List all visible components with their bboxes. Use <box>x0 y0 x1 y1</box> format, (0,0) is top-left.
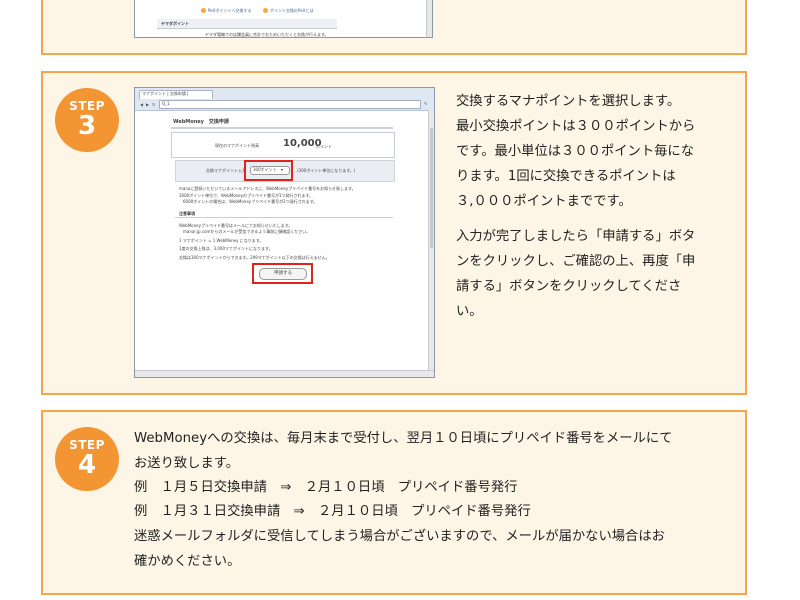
step4-text: WebMoneyへの交換は、毎月末まで受付し、翌月１０日頃にプリペイド番号をメー… <box>134 431 673 446</box>
step3-badge: STEP 3 <box>55 88 119 152</box>
bullet-icon <box>263 8 268 13</box>
step-number: 4 <box>77 450 97 480</box>
address-bar[interactable] <box>159 100 421 109</box>
pex-exchange-link[interactable]: PeXポイントへ交換する <box>208 8 251 14</box>
step3-text: ンをクリックし、ご確認の上、再度「申 <box>456 254 696 269</box>
submit-label: 申請する <box>274 271 292 276</box>
wrench-icon[interactable]: ✎ <box>424 101 427 106</box>
step3-text: 交換するマナポイントを選択します。 <box>456 94 681 109</box>
forward-icon[interactable]: ▶ <box>146 102 149 107</box>
step3-text: 請する」ボタンをクリックしてくださ <box>456 279 682 294</box>
reload-icon[interactable]: ↻ <box>152 102 155 107</box>
notes-header <box>175 208 393 218</box>
note-item: 1 マナポイント = 1 WebMoney になります。 <box>179 238 264 243</box>
note-item: 1度の交換上限は、3,000マナポイントになります。 <box>179 246 273 251</box>
step4-badge: STEP 4 <box>55 427 119 491</box>
note-item: 交換は300マナポイントからできます。299マナポイント以下の交換は行えません。 <box>179 255 330 260</box>
step4-text: 確かめください。 <box>134 554 241 569</box>
balance-label: 現在のマナポイント残高 <box>215 143 259 148</box>
step4-text: 迷惑メールフォルダに受信してしまう場合がございますので、メールが届かない場合はお <box>134 529 665 544</box>
page-title: WebMoney 交換申請 <box>173 119 229 125</box>
step4-example: 例 １月３１日交換申請 ⇒ ２月１０日頃 プリペイド番号発行 <box>134 504 531 519</box>
step3-text: ります。1回に交換できるポイントは <box>456 169 676 184</box>
step3-text: 最小交換ポイントは３００ポイントから <box>456 119 696 134</box>
status-bar <box>135 370 434 377</box>
address-text: Q_1 <box>162 101 170 106</box>
scrollbar-thumb[interactable] <box>430 128 433 248</box>
step4-text: お送り致します。 <box>134 456 240 471</box>
info-bullet: 6000ポイントの場合は、WebMoneyプリペイド番号が2つ発行されます。 <box>183 199 318 204</box>
chevron-down-icon: ▾ <box>281 167 284 172</box>
bullet-icon <box>201 8 206 13</box>
balance-unit: ポイント <box>316 144 332 149</box>
unit-note: (300ポイント単位になります。) <box>297 168 356 173</box>
step3-text: 入力が完了しましたら「申請する」ボタ <box>456 229 696 244</box>
tab-title: マナポイント | 交換申請 | <box>142 91 189 96</box>
back-icon[interactable]: ◀ <box>140 102 143 107</box>
exchange-label: 交換マナポイント入力 <box>206 168 246 173</box>
step2-screenshot: PeXポイントへ交換する ポイント交換のPeXとは ヤマダポイント ヤマダ電機で… <box>134 0 433 38</box>
step-number: 3 <box>77 111 97 141</box>
pex-about-link[interactable]: ポイント交換のPeXとは <box>270 8 313 14</box>
scrollbar[interactable] <box>426 0 432 37</box>
step3-text: です。最小単位は３００ポイント毎にな <box>456 144 695 159</box>
step4-example: 例 １月５日交換申請 ⇒ ２月１０日頃 プリペイド番号発行 <box>134 480 518 495</box>
step3-screenshot: マナポイント | 交換申請 | ◀ ▶ ↻ Q_1 ✎ WebMoney 交換申… <box>134 87 435 378</box>
section-note: ヤマダ電機での店舗会員に合計でおためいただくと交換が行えます。 <box>205 32 329 37</box>
step3-text: ３,０００ポイントまでです。 <box>456 194 632 209</box>
step3-text: い。 <box>456 304 483 319</box>
dropdown-value: 300ポイント <box>253 167 277 172</box>
note-item: manar.jp.comからのメールが受信できるよう事前に御確認ください。 <box>183 229 311 234</box>
notes-title: 注意事項 <box>179 211 195 216</box>
info-bullet: manaに登録いただいているメールアドレスに、WebMoneyプリペイド番号をお… <box>179 186 356 191</box>
section-title: ヤマダポイント <box>161 21 189 26</box>
